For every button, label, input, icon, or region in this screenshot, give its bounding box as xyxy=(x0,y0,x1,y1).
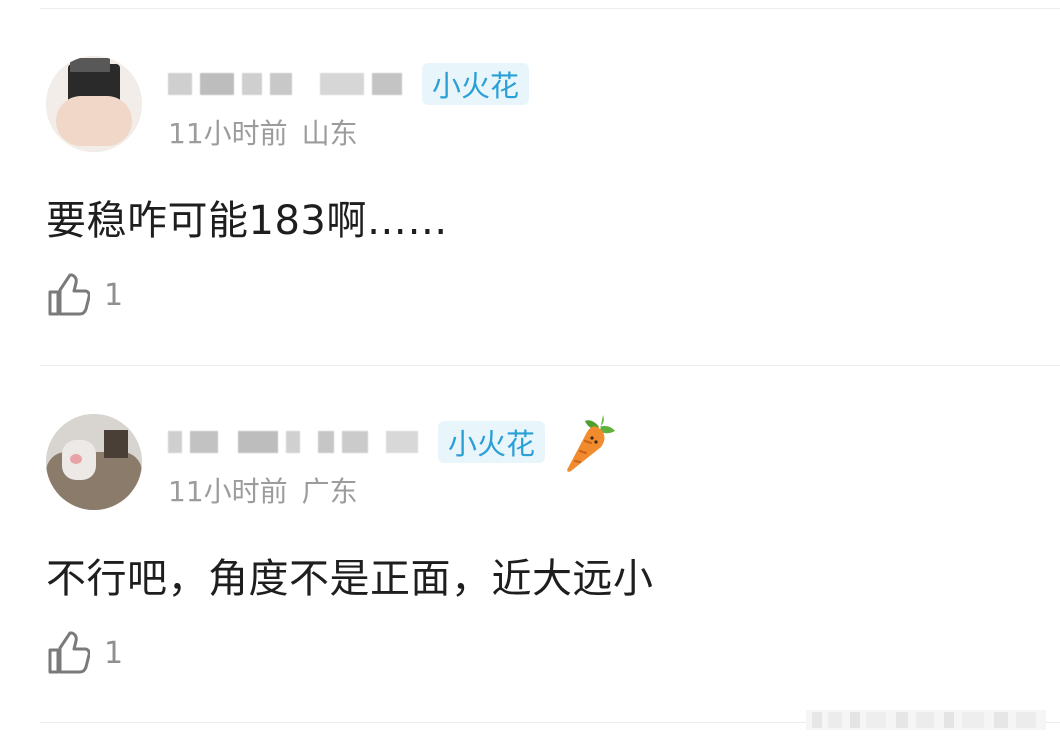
like-count: 1 xyxy=(104,635,124,671)
level-badge: 小火花 xyxy=(422,63,530,105)
watermark-bar xyxy=(806,710,1046,730)
thumbs-up-icon xyxy=(48,631,90,674)
carrot-icon xyxy=(567,415,616,472)
comment-item: 小火花 11小时前 广东 不行吧，角度不是正面，近大远小 1 xyxy=(0,358,1060,713)
username-blurred[interactable] xyxy=(168,431,182,453)
comment-location: 山东 xyxy=(301,117,358,150)
comment-text: 要稳咋可能183啊…… xyxy=(46,198,448,244)
comment-location: 广东 xyxy=(301,475,358,508)
like-button[interactable]: 1 xyxy=(46,630,123,676)
level-badge: 小火花 xyxy=(438,421,546,463)
username-row: 小火花 xyxy=(168,62,530,106)
comment-meta: 11小时前 山东 xyxy=(168,112,358,152)
comment-time: 11小时前 xyxy=(168,475,288,508)
comment-meta: 11小时前 广东 xyxy=(168,470,358,510)
like-button[interactable]: 1 xyxy=(46,272,123,318)
comment-text: 不行吧，角度不是正面，近大远小 xyxy=(46,556,654,602)
avatar[interactable] xyxy=(46,414,142,510)
username-row: 小火花 xyxy=(168,415,619,472)
avatar[interactable] xyxy=(46,56,142,152)
like-count: 1 xyxy=(104,277,124,313)
comment-time: 11小时前 xyxy=(168,117,288,150)
thumbs-up-icon xyxy=(48,273,90,316)
username-blurred[interactable] xyxy=(168,73,192,95)
comment-item: 小火花 11小时前 山东 要稳咋可能183啊…… 1 xyxy=(0,0,1060,355)
